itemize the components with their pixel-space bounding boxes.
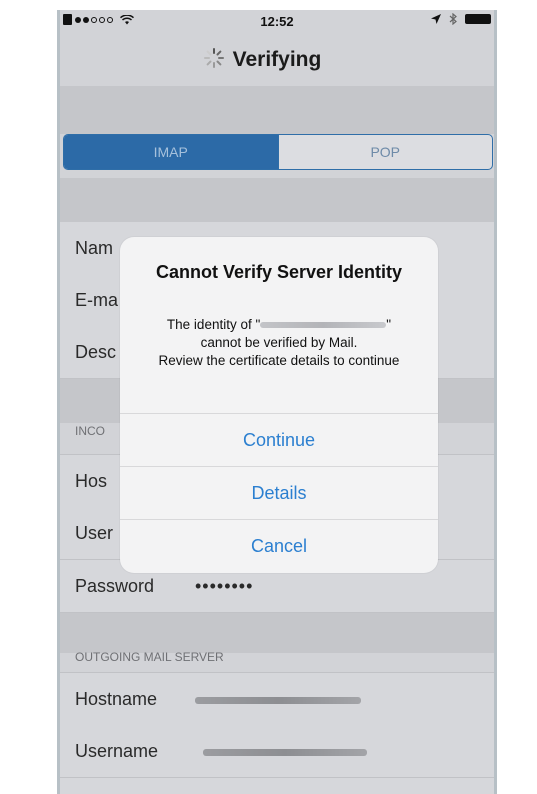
details-button[interactable]: Details (120, 466, 438, 519)
alert-buttons: Continue Details Cancel (120, 413, 438, 572)
alert-title: Cannot Verify Server Identity (155, 262, 403, 282)
continue-button[interactable]: Continue (120, 413, 438, 466)
alert-message-line3: Review the certificate details to contin… (158, 353, 400, 368)
alert-message-prefix: The identity of " (166, 317, 261, 332)
redacted-server-name (260, 322, 387, 329)
alert-message: The identity of " " cannot be verified by… (120, 316, 438, 370)
alert-message-suffix: " (386, 317, 392, 332)
cannot-verify-alert: Cannot Verify Server Identity The identi… (120, 237, 438, 573)
cancel-button[interactable]: Cancel (120, 519, 438, 572)
alert-message-line2: cannot be verified by Mail. (200, 335, 358, 350)
